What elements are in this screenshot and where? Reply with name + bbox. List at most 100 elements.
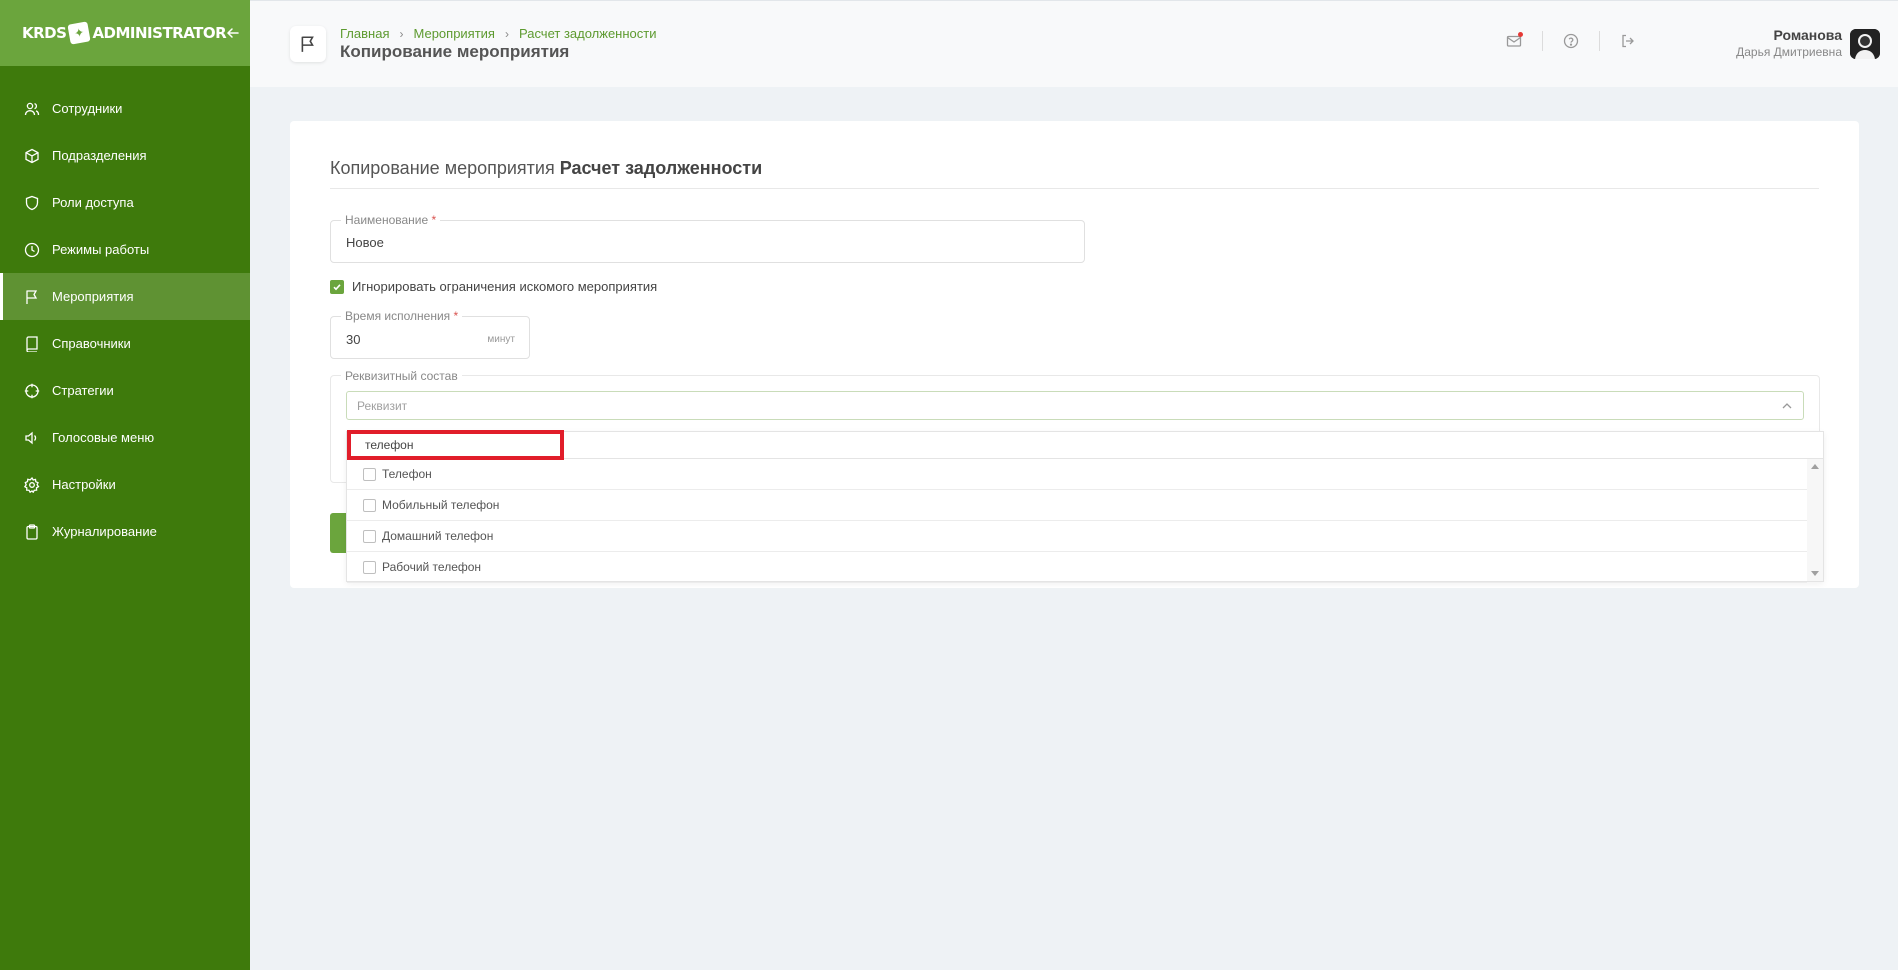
props-select[interactable]: Реквизит [346,391,1804,420]
dropdown-search-value: телефон [365,438,414,452]
help-button[interactable] [1561,31,1581,51]
breadcrumb-events-link[interactable]: Мероприятия [413,26,495,41]
user-fullname: Дарья Дмитриевна [1736,45,1842,59]
dropdown-search-input[interactable]: телефон [347,430,564,460]
sidebar-item-voice-menus[interactable]: Голосовые меню [0,414,250,461]
check-icon [333,283,341,290]
props-dropdown: телефон Телефон Мобильный телефон Домашн… [346,430,1824,583]
gear-icon [24,476,40,493]
name-field-value: Новое [346,235,384,250]
sidebar-item-label: Голосовые меню [52,430,155,445]
execution-time-value: 30 [346,332,361,347]
form-title-prefix: Копирование мероприятия [330,158,555,178]
sidebar-item-logging[interactable]: Журналирование [0,508,250,555]
cube-icon [25,148,39,163]
checkbox-checked[interactable] [330,279,344,294]
header-actions [1504,31,1638,51]
flag-icon [26,289,38,304]
sidebar-item-events[interactable]: Мероприятия [0,273,250,320]
arrow-left-icon [227,28,239,38]
collapse-sidebar-button[interactable] [226,23,240,43]
logo-text-left: KRDS [22,24,67,42]
avatar[interactable] [1850,29,1880,59]
sidebar-item-settings[interactable]: Настройки [0,461,250,508]
breadcrumb-home-link[interactable]: Главная [340,26,389,41]
props-select-placeholder: Реквизит [357,399,408,413]
option-checkbox[interactable] [363,560,376,574]
chevron-right-icon: › [399,26,404,41]
option-label: Рабочий телефон [382,560,482,574]
logo-cube-icon: ✦ [67,21,92,45]
scroll-up-icon[interactable] [1811,464,1819,469]
props-legend: Реквизитный состав [341,369,462,383]
speaker-icon [25,431,37,444]
chevron-up-icon [1782,403,1792,409]
user-info[interactable]: Романова Дарья Дмитриевна [1736,27,1842,59]
option-checkbox[interactable] [363,498,376,512]
messages-button[interactable] [1504,31,1524,51]
notification-dot [1518,32,1523,37]
help-circle-icon [1563,33,1579,49]
page-title: Копирование мероприятия [340,42,570,61]
logout-icon [1622,34,1634,48]
sidebar-item-label: Режимы работы [52,242,150,257]
flag-icon [301,36,314,52]
chevron-right-icon: › [504,26,509,41]
dropdown-scrollbar[interactable] [1807,459,1823,581]
form-title-event: Расчет задолженности [559,158,763,178]
divider [330,188,1819,189]
execution-time-label: Время исполнения * [341,309,463,323]
option-label: Домашний телефон [382,529,494,543]
scroll-down-icon[interactable] [1811,571,1819,576]
shield-icon [25,195,39,210]
user-surname: Романова [1773,27,1842,43]
save-button[interactable] [330,513,346,553]
dropdown-option[interactable]: Домашний телефон [347,521,1807,552]
required-mark: * [453,309,459,323]
option-label: Телефон [382,467,432,481]
crosshair-icon [24,383,40,398]
user-avatar-icon [1850,29,1880,59]
sidebar: KRDS ✦ ADMINISTRATOR Сотрудники Подразде… [0,0,250,970]
name-field-label: Наименование * [341,213,441,227]
users-icon [24,102,40,115]
dropdown-options: Телефон Мобильный телефон Домашний телеф… [347,459,1807,583]
sidebar-item-label: Справочники [52,336,131,351]
name-label-text: Наименование [345,213,429,227]
breadcrumb-current-link[interactable]: Расчет задолженности [519,26,657,41]
sidebar-item-label: Роли доступа [52,195,134,210]
sidebar-item-label: Журналирование [52,524,157,539]
ignore-restrictions-checkbox[interactable]: Игнорировать ограничения искомого меропр… [330,279,657,294]
divider [1542,31,1543,51]
sidebar-header: KRDS ✦ ADMINISTRATOR [0,0,250,66]
sidebar-item-departments[interactable]: Подразделения [0,132,250,179]
form-title: Копирование мероприятия Расчет задолженн… [330,158,762,179]
option-checkbox[interactable] [363,529,376,543]
sidebar-item-employees[interactable]: Сотрудники [0,85,250,132]
name-field[interactable]: Наименование * Новое [330,213,1085,263]
required-mark: * [431,213,437,227]
top-bar: Главная › Мероприятия › Расчет задолженн… [250,0,1898,87]
sidebar-item-label: Сотрудники [52,101,123,116]
dropdown-option[interactable]: Телефон [347,459,1807,490]
sidebar-item-access-roles[interactable]: Роли доступа [0,179,250,226]
divider [1599,31,1600,51]
dropdown-option[interactable]: Мобильный телефон [347,490,1807,521]
logo-text-right: ADMINISTRATOR [92,24,227,42]
sidebar-item-work-modes[interactable]: Режимы работы [0,226,250,273]
sidebar-item-label: Подразделения [52,148,147,163]
execution-time-unit: минут [487,334,515,345]
execution-time-field[interactable]: Время исполнения * 30 минут [330,309,530,359]
clock-icon [24,242,40,257]
sidebar-item-label: Мероприятия [52,289,134,304]
app-logo[interactable]: KRDS ✦ ADMINISTRATOR [22,21,227,45]
sidebar-item-strategies[interactable]: Стратегии [0,367,250,414]
sidebar-item-label: Настройки [52,477,116,492]
option-checkbox[interactable] [363,467,376,481]
sidebar-item-label: Стратегии [52,383,114,398]
sidebar-item-dictionaries[interactable]: Справочники [0,320,250,367]
dropdown-option[interactable]: Рабочий телефон [347,552,1807,583]
book-icon [26,335,38,352]
logout-button[interactable] [1618,31,1638,51]
execution-time-label-text: Время исполнения [345,309,451,323]
